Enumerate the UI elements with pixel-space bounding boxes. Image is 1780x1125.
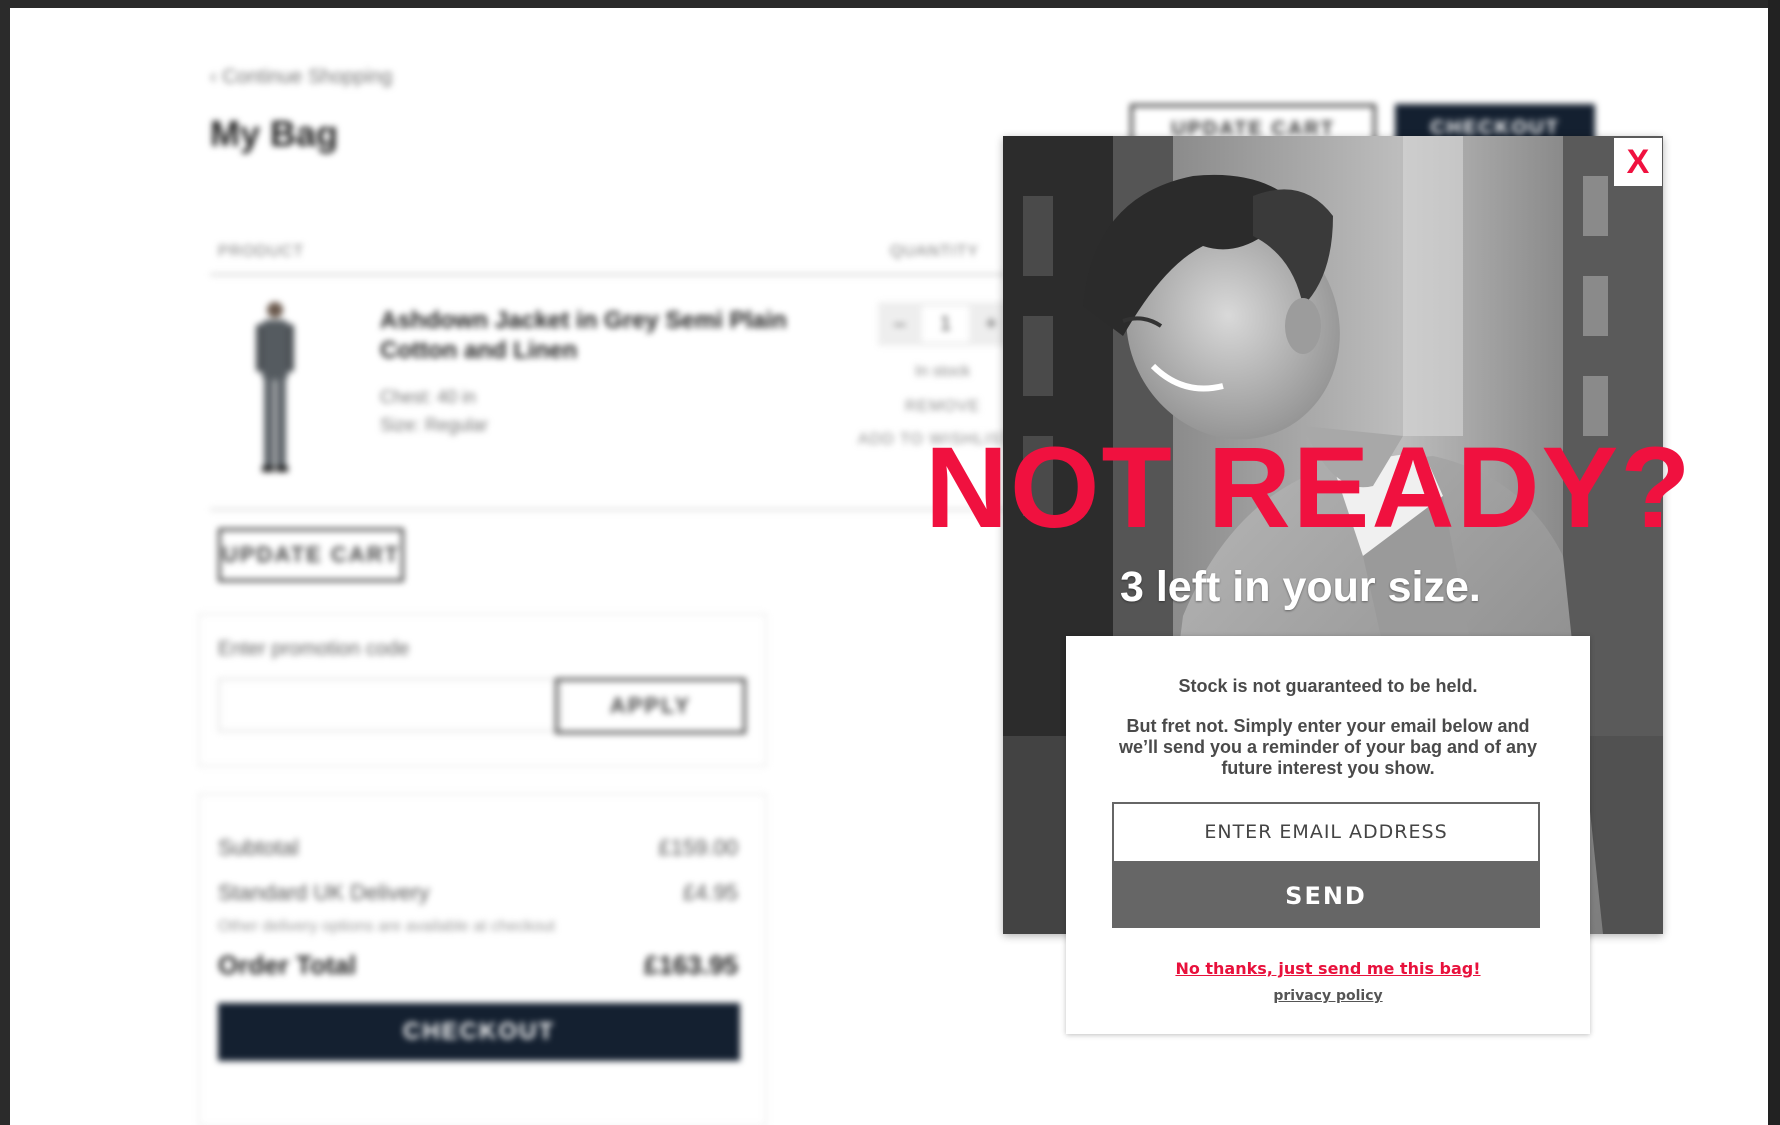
window-right-edge bbox=[1768, 0, 1780, 1125]
promo-label: Enter promotion code bbox=[218, 638, 410, 660]
subtotal-row: Subtotal £159.00 bbox=[218, 835, 738, 861]
divider bbox=[210, 273, 1010, 276]
window-left-edge bbox=[0, 0, 10, 1125]
modal-subhead: 3 left in your size. bbox=[1120, 563, 1481, 611]
product-image[interactable] bbox=[250, 298, 300, 478]
product-size: Size: Regular bbox=[380, 415, 489, 435]
checkout-button[interactable]: CHECKOUT bbox=[218, 1003, 740, 1061]
remove-link[interactable]: REMOVE bbox=[905, 398, 980, 416]
product-meta: Chest: 40 in Size: Regular bbox=[380, 383, 488, 439]
subtotal-value: £159.00 bbox=[658, 835, 738, 860]
promo-code-input[interactable] bbox=[218, 678, 562, 732]
delivery-label: Standard UK Delivery bbox=[218, 880, 430, 905]
column-header-product: PRODUCT bbox=[218, 243, 305, 260]
quantity-stepper: – 1 + bbox=[878, 302, 1013, 346]
product-name[interactable]: Ashdown Jacket in Grey Semi Plain Cotton… bbox=[380, 306, 820, 366]
page-title: My Bag bbox=[210, 113, 339, 154]
column-header-quantity: QUANTITY bbox=[890, 243, 979, 260]
reminder-text: But fret not. Simply enter your email be… bbox=[1118, 716, 1538, 778]
window-top-edge bbox=[0, 0, 1780, 8]
stock-warning-text: Stock is not guaranteed to be held. bbox=[1178, 676, 1478, 696]
continue-shopping-link[interactable]: ‹ Continue Shopping bbox=[210, 66, 392, 89]
product-chest: Chest: 40 in bbox=[380, 387, 477, 407]
quantity-minus-button[interactable]: – bbox=[878, 313, 922, 336]
divider bbox=[210, 508, 1010, 511]
delivery-value: £4.95 bbox=[682, 880, 738, 905]
delivery-note: Other delivery options are available at … bbox=[218, 918, 556, 935]
order-total-row: Order Total £163.95 bbox=[218, 950, 738, 981]
page-canvas: ‹ Continue Shopping My Bag UPDATE CART C… bbox=[10, 8, 1768, 1125]
privacy-policy-link[interactable]: privacy policy bbox=[1066, 988, 1590, 1004]
update-cart-button[interactable]: UPDATE CART bbox=[218, 528, 404, 582]
stock-status: In stock bbox=[915, 363, 971, 380]
send-button[interactable]: SEND bbox=[1112, 863, 1540, 928]
delivery-row: Standard UK Delivery £4.95 bbox=[218, 880, 738, 906]
no-thanks-link[interactable]: No thanks, just send me this bag! bbox=[1066, 959, 1590, 978]
apply-button[interactable]: APPLY bbox=[555, 678, 746, 734]
email-input[interactable]: ENTER EMAIL ADDRESS bbox=[1112, 802, 1540, 863]
modal-headline: NOT READY? bbox=[925, 424, 1693, 552]
email-capture-card: Stock is not guaranteed to be held. But … bbox=[1066, 636, 1590, 1034]
quantity-value[interactable]: 1 bbox=[921, 306, 970, 342]
order-total-value: £163.95 bbox=[644, 950, 738, 980]
close-button[interactable]: X bbox=[1614, 138, 1662, 186]
order-total-label: Order Total bbox=[218, 950, 357, 980]
subtotal-label: Subtotal bbox=[218, 835, 299, 860]
